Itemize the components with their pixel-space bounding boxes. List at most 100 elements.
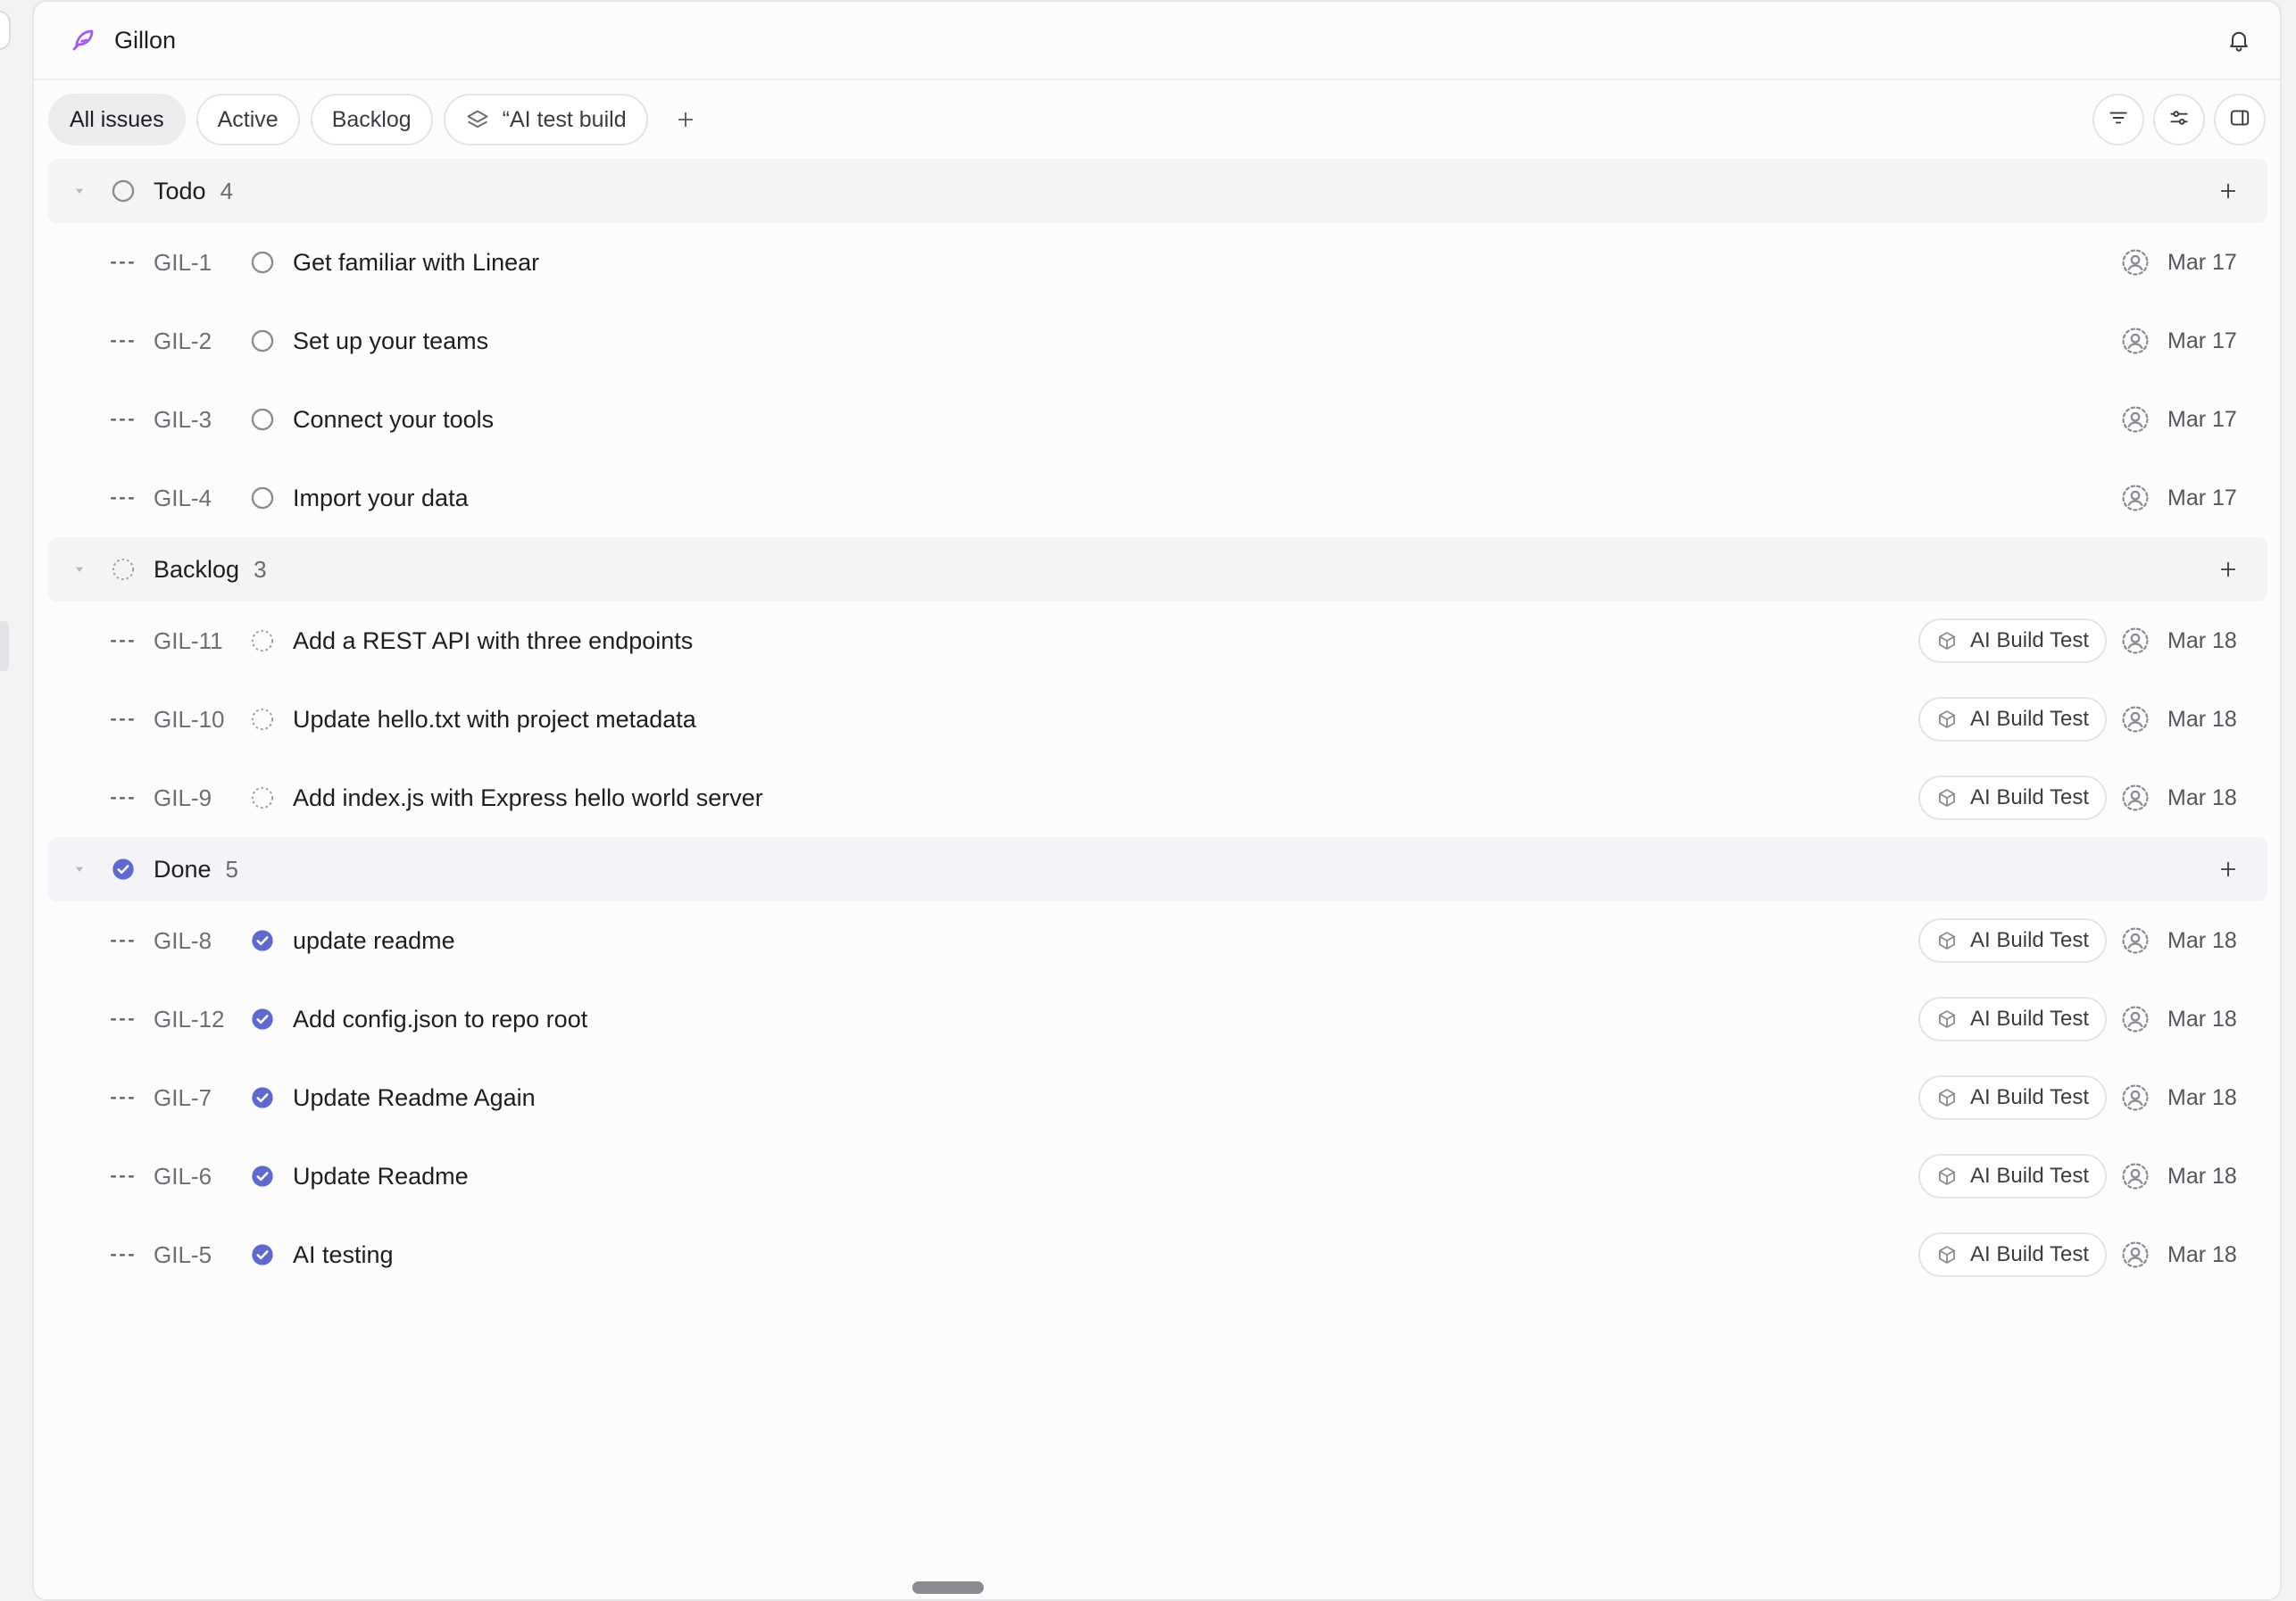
tab-active[interactable]: Active: [195, 94, 300, 145]
issue-id: GIL-12: [154, 1005, 225, 1033]
add-issue-button[interactable]: [2210, 851, 2246, 887]
issue-title: Add index.js with Express hello world se…: [293, 784, 763, 811]
unassigned-avatar-icon[interactable]: [2119, 246, 2151, 278]
todo-status-icon[interactable]: [250, 249, 277, 276]
unassigned-avatar-icon[interactable]: [2119, 403, 2151, 436]
unassigned-avatar-icon[interactable]: [2119, 325, 2151, 357]
chevron-down-icon[interactable]: [73, 185, 89, 197]
project-badge[interactable]: AI Build Test: [1918, 918, 2107, 963]
tab-ai-test-build[interactable]: “AI test build: [443, 94, 648, 145]
cube-icon: [1936, 1008, 1958, 1030]
issue-date: Mar 17: [2167, 328, 2237, 353]
tab-backlog[interactable]: Backlog: [310, 94, 433, 145]
filter-icon: [2107, 106, 2130, 134]
backlog-status-icon[interactable]: [250, 706, 277, 733]
chevron-down-icon[interactable]: [73, 563, 89, 576]
done-status-icon[interactable]: [250, 1163, 277, 1190]
backlog-status-icon[interactable]: [250, 784, 277, 811]
sidebar-toggle-button[interactable]: [2214, 94, 2266, 145]
group-header-todo[interactable]: Todo 4: [48, 159, 2267, 223]
cube-icon: [1936, 1165, 1958, 1187]
issue-row[interactable]: GIL-4 Import your data Mar 17: [48, 459, 2267, 537]
add-issue-button[interactable]: [2210, 552, 2246, 587]
scroll-handle[interactable]: [912, 1581, 984, 1594]
unassigned-avatar-icon[interactable]: [2119, 1082, 2151, 1114]
issue-row[interactable]: GIL-6 Update Readme AI Build Test Mar 18: [48, 1137, 2267, 1215]
unassigned-avatar-icon[interactable]: [2119, 1160, 2151, 1192]
issue-title: Update Readme: [293, 1162, 469, 1190]
filter-button[interactable]: [2092, 94, 2144, 145]
project-badge[interactable]: AI Build Test: [1918, 1232, 2107, 1277]
issue-id: GIL-8: [154, 926, 212, 954]
add-issue-button[interactable]: [2210, 173, 2246, 209]
project-badge[interactable]: AI Build Test: [1918, 697, 2107, 742]
group-header-backlog[interactable]: Backlog 3: [48, 537, 2267, 601]
layers-icon: [465, 107, 490, 132]
no-priority-icon[interactable]: [111, 336, 137, 345]
project-badge[interactable]: AI Build Test: [1918, 776, 2107, 820]
no-priority-icon[interactable]: [111, 793, 137, 802]
unassigned-avatar-icon[interactable]: [2119, 482, 2151, 514]
issue-date: Mar 18: [2167, 706, 2237, 732]
side-panel-tab[interactable]: [0, 621, 9, 671]
project-badge[interactable]: AI Build Test: [1918, 618, 2107, 663]
unassigned-avatar-icon[interactable]: [2119, 925, 2151, 957]
bell-icon[interactable]: [2221, 22, 2257, 58]
unassigned-avatar-icon[interactable]: [2119, 625, 2151, 657]
issue-list: Todo 4 GIL-1 Get familiar with Linear Ma…: [34, 159, 2280, 1294]
project-label: AI Build Test: [1970, 1242, 2089, 1266]
chevron-down-icon[interactable]: [73, 863, 89, 875]
project-badge[interactable]: AI Build Test: [1918, 997, 2107, 1041]
no-priority-icon[interactable]: [111, 715, 137, 724]
issue-row[interactable]: GIL-5 AI testing AI Build Test Mar 18: [48, 1215, 2267, 1294]
unassigned-avatar-icon[interactable]: [2119, 782, 2151, 814]
no-priority-icon[interactable]: [111, 258, 137, 267]
issue-title: update readme: [293, 926, 455, 954]
add-view-button[interactable]: [664, 98, 707, 141]
issue-row[interactable]: GIL-11 Add a REST API with three endpoin…: [48, 601, 2267, 680]
no-priority-icon[interactable]: [111, 1015, 137, 1024]
done-status-icon[interactable]: [250, 927, 277, 954]
project-badge[interactable]: AI Build Test: [1918, 1154, 2107, 1199]
todo-status-icon[interactable]: [250, 328, 277, 354]
no-priority-icon[interactable]: [111, 1172, 137, 1181]
display-options-button[interactable]: [2153, 94, 2205, 145]
issue-row[interactable]: GIL-10 Update hello.txt with project met…: [48, 680, 2267, 759]
feather-icon: [70, 27, 96, 54]
cube-icon: [1936, 1244, 1958, 1265]
issue-row[interactable]: GIL-2 Set up your teams Mar 17: [48, 302, 2267, 380]
done-status-icon[interactable]: [250, 1241, 277, 1268]
tab-label: Active: [217, 106, 279, 132]
todo-status-icon[interactable]: [250, 485, 277, 511]
project-badge[interactable]: AI Build Test: [1918, 1075, 2107, 1120]
done-status-icon[interactable]: [250, 1084, 277, 1111]
issue-id: GIL-3: [154, 405, 212, 433]
no-priority-icon[interactable]: [111, 636, 137, 645]
side-panel-handle[interactable]: [0, 11, 11, 50]
unassigned-avatar-icon[interactable]: [2119, 703, 2151, 735]
group-header-done[interactable]: Done 5: [48, 837, 2267, 901]
no-priority-icon[interactable]: [111, 494, 137, 502]
issues-window: Gillon All issues Active Backlog “AI tes…: [32, 0, 2282, 1601]
issue-row[interactable]: GIL-9 Add index.js with Express hello wo…: [48, 759, 2267, 837]
unassigned-avatar-icon[interactable]: [2119, 1239, 2151, 1271]
issue-row[interactable]: GIL-3 Connect your tools Mar 17: [48, 380, 2267, 459]
issue-id: GIL-4: [154, 484, 212, 511]
no-priority-icon[interactable]: [111, 936, 137, 945]
todo-status-icon[interactable]: [250, 406, 277, 433]
unassigned-avatar-icon[interactable]: [2119, 1003, 2151, 1035]
no-priority-icon[interactable]: [111, 415, 137, 424]
no-priority-icon[interactable]: [111, 1250, 137, 1259]
sidebar-toggle-icon: [2228, 106, 2251, 134]
cube-icon: [1936, 630, 1958, 651]
display-options-icon: [2167, 106, 2191, 134]
issue-row[interactable]: GIL-12 Add config.json to repo root AI B…: [48, 980, 2267, 1058]
backlog-status-icon[interactable]: [250, 627, 277, 654]
issue-row[interactable]: GIL-1 Get familiar with Linear Mar 17: [48, 223, 2267, 302]
no-priority-icon[interactable]: [111, 1093, 137, 1102]
issue-row[interactable]: GIL-8 update readme AI Build Test Mar 18: [48, 901, 2267, 980]
tab-all-issues[interactable]: All issues: [48, 94, 186, 145]
done-status-icon[interactable]: [250, 1006, 277, 1033]
issue-row[interactable]: GIL-7 Update Readme Again AI Build Test …: [48, 1058, 2267, 1137]
cube-icon: [1936, 709, 1958, 730]
